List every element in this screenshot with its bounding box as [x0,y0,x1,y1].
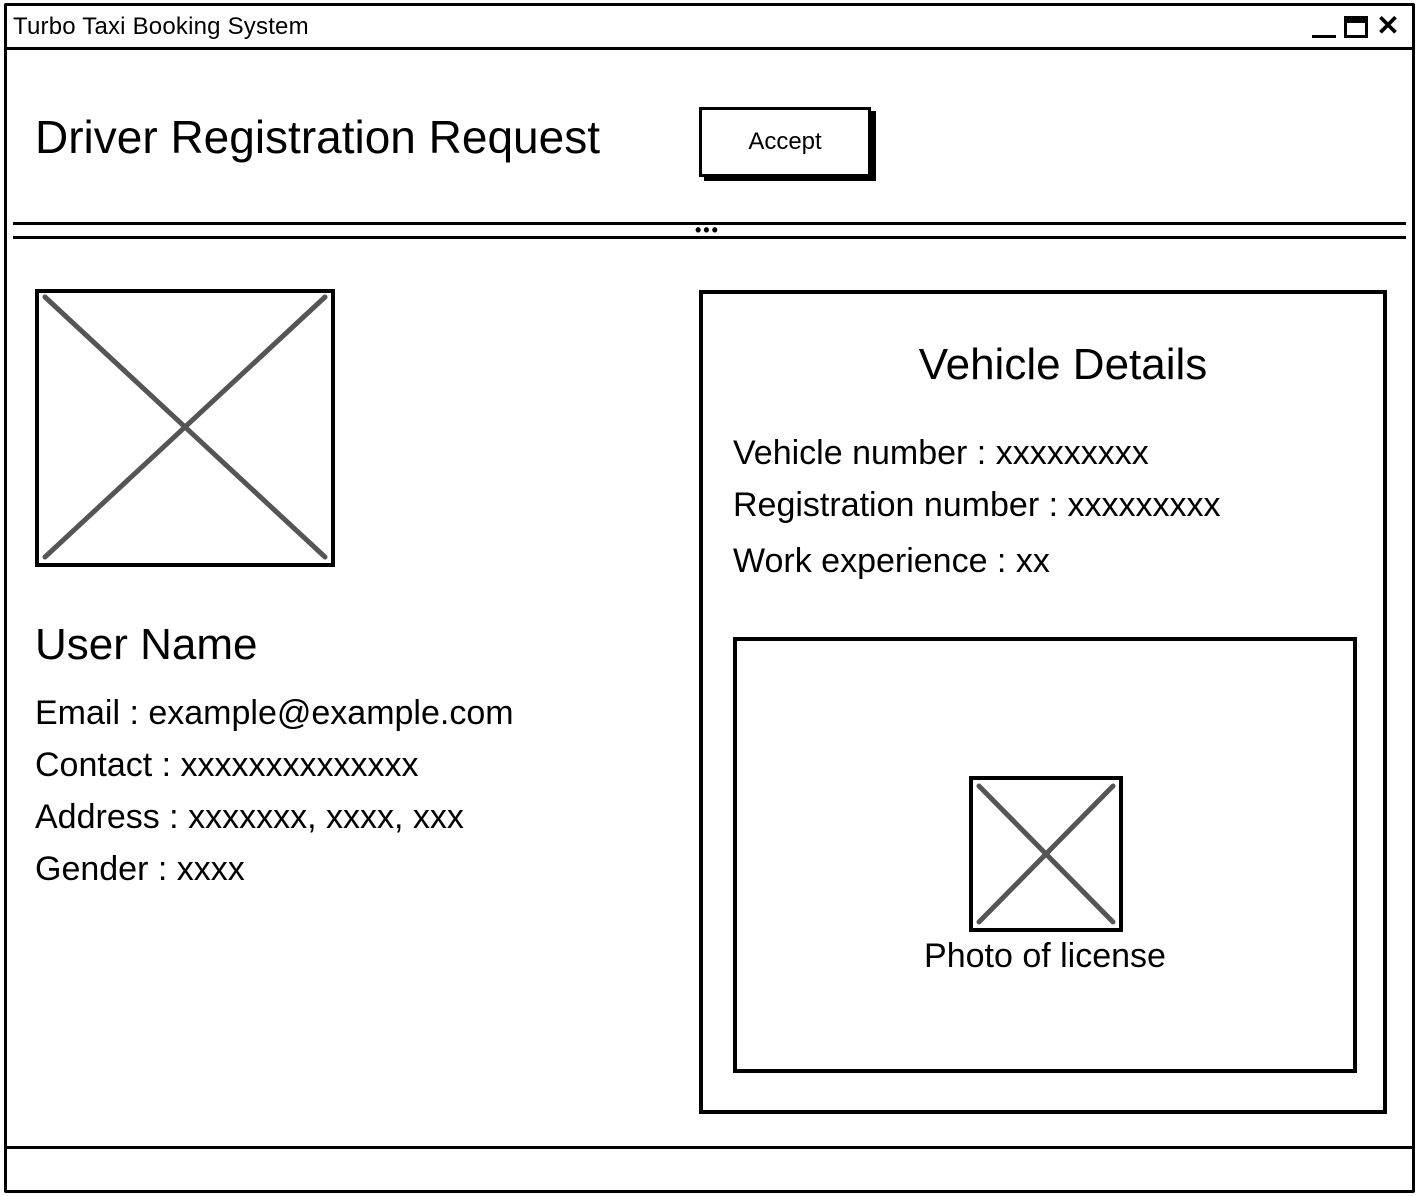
license-caption: Photo of license [924,937,1166,975]
grip-icon[interactable]: ••• [695,221,720,239]
profile-photo-placeholder [35,289,335,567]
title-bar: Turbo Taxi Booking System ✕ [7,6,1412,50]
vehicle-details-title: Vehicle Details [918,340,1208,389]
splitter-handle[interactable]: ••• [13,221,1406,240]
license-photo-placeholder [969,776,1123,932]
status-bar [7,1146,1412,1190]
image-placeholder-icon [976,783,1116,925]
vehicle-details-panel: Vehicle Details Vehicle number : xxxxxxx… [699,290,1387,1114]
user-gender: Gender : xxxx [35,850,245,888]
app-window: Turbo Taxi Booking System ✕ Driver Regis… [4,3,1415,1193]
image-placeholder-icon [42,294,328,560]
minimize-icon[interactable] [1312,12,1336,40]
registration-number: Registration number : xxxxxxxxx [733,486,1221,524]
window-title: Turbo Taxi Booking System [13,13,309,40]
user-name: User Name [35,620,258,669]
close-icon[interactable]: ✕ [1376,12,1400,40]
license-photo-container: Photo of license [733,637,1357,1073]
work-experience: Work experience : xx [733,542,1050,580]
vehicle-number: Vehicle number : xxxxxxxxx [733,434,1149,472]
maximize-icon[interactable] [1344,16,1368,38]
page-title: Driver Registration Request [35,111,601,163]
user-contact: Contact : xxxxxxxxxxxxxx [35,746,419,784]
accept-button[interactable]: Accept [699,107,871,177]
user-email: Email : example@example.com [35,694,514,732]
user-address: Address : xxxxxxx, xxxx, xxx [35,798,464,836]
